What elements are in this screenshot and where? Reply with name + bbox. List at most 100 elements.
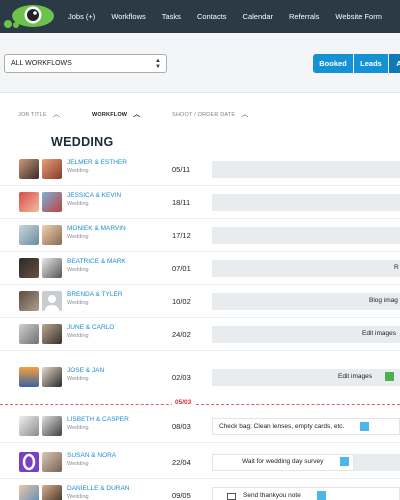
row-names: JESSICA & KEVIN Wedding <box>67 192 121 207</box>
sort-chevron-up-icon: ︿ <box>241 111 249 118</box>
table-row[interactable]: JOSE & JAN Wedding 02/03 Edit images <box>0 361 400 394</box>
ring-o-icon <box>22 453 36 471</box>
job-name-link[interactable]: JOSE & JAN <box>67 367 104 374</box>
job-name-link[interactable]: SUSAN & NORA <box>67 452 116 459</box>
column-header-job-title-label: JOB TITLE <box>18 112 47 118</box>
current-task: Blog imag <box>369 297 398 304</box>
job-date: 24/02 <box>172 330 191 339</box>
workflow-progress-bar[interactable] <box>212 161 400 178</box>
table-row[interactable]: JELMER & ESTHER Wedding 05/11 <box>0 153 400 186</box>
column-header-workflow[interactable]: WORKFLOW ︿ <box>92 109 140 119</box>
row-names: LISBETH & CASPER Wedding <box>67 416 129 431</box>
job-name-link[interactable]: JESSICA & KEVIN <box>67 192 121 199</box>
nav-referrals[interactable]: Referrals <box>289 12 319 21</box>
today-divider <box>0 404 400 405</box>
table-row[interactable]: JUNE & CARLO Wedding 24/02 Edit images <box>0 318 400 351</box>
sort-chevron-up-icon: ︿ <box>133 111 141 118</box>
avatar <box>19 324 39 344</box>
task-status-checkbox[interactable] <box>340 457 349 466</box>
job-date: 17/12 <box>172 231 191 240</box>
table-row[interactable]: SUSAN & NORA Wedding 22/04 Wait for wedd… <box>0 446 400 479</box>
workflow-filter-select[interactable]: ALL WORKFLOWS ▲ ▼ <box>4 54 167 73</box>
table-row[interactable]: LISBETH & CASPER Wedding 08/03 Check bag… <box>0 410 400 443</box>
avatar <box>19 367 39 387</box>
task-status-checkbox[interactable] <box>360 422 369 431</box>
job-date: 09/05 <box>172 491 191 500</box>
avatar <box>42 225 62 245</box>
job-type: Wedding <box>67 234 89 240</box>
table-row[interactable]: JESSICA & KEVIN Wedding 18/11 <box>0 186 400 219</box>
workflow-progress-bar[interactable]: Check bag; Clean lenses, empty cards, et… <box>212 418 400 435</box>
column-header-job-title[interactable]: JOB TITLE ︿ <box>18 109 60 119</box>
nav-workflows[interactable]: Workflows <box>111 12 145 21</box>
job-date: 07/01 <box>172 264 191 273</box>
job-name-link[interactable]: JELMER & ESTHER <box>67 159 127 166</box>
avatar-placeholder <box>42 291 62 315</box>
avatar <box>42 324 62 344</box>
nav-contacts[interactable]: Contacts <box>197 12 227 21</box>
workflow-progress-bar[interactable]: Edit images <box>212 326 400 343</box>
job-name-link[interactable]: MONIEK & MARVIN <box>67 225 126 232</box>
job-name-link[interactable]: DANIELLE & DURAN <box>67 485 130 492</box>
segment-booked[interactable]: Booked <box>313 54 353 73</box>
job-date: 02/03 <box>172 373 191 382</box>
workflow-progress-bar[interactable]: Wait for wedding day survey <box>212 454 400 471</box>
workflow-progress-bar[interactable]: Send thankyou note <box>212 487 400 500</box>
current-task: Send thankyou note <box>243 492 301 499</box>
avatar <box>42 416 62 436</box>
row-names: MONIEK & MARVIN Wedding <box>67 225 126 240</box>
job-type: Wedding <box>67 376 89 382</box>
column-header-date[interactable]: SHOOT / ORDER DATE ︿ <box>172 109 249 119</box>
workflow-progress-bar[interactable]: Blog imag <box>212 293 400 310</box>
job-name-link[interactable]: JUNE & CARLO <box>67 324 114 331</box>
row-divider <box>0 350 400 351</box>
workflow-progress-bar[interactable]: R <box>212 260 400 277</box>
task-status-checkbox[interactable] <box>317 491 326 500</box>
row-names: BEATRICE & MARK Wedding <box>67 258 126 273</box>
avatar <box>19 225 39 245</box>
column-header-workflow-label: WORKFLOW <box>92 112 128 118</box>
row-names: JUNE & CARLO Wedding <box>67 324 114 339</box>
nav-tasks[interactable]: Tasks <box>162 12 181 21</box>
avatar <box>42 192 62 212</box>
nav-website-form[interactable]: Website Form <box>335 12 382 21</box>
row-names: JOSE & JAN Wedding <box>67 367 104 382</box>
job-date: 22/04 <box>172 458 191 467</box>
segment-all[interactable]: A <box>389 54 400 73</box>
table-row[interactable]: BEATRICE & MARK Wedding 07/01 R <box>0 252 400 285</box>
avatar <box>19 485 39 500</box>
avatar <box>19 159 39 179</box>
current-task: R <box>394 264 399 271</box>
current-task: Edit images <box>338 373 372 380</box>
workflow-progress-bar[interactable] <box>212 194 400 211</box>
avatar <box>19 452 39 472</box>
current-task: Check bag; Clean lenses, empty cards, et… <box>219 423 345 430</box>
nav-calendar[interactable]: Calendar <box>243 12 273 21</box>
job-type: Wedding <box>67 461 89 467</box>
workflow-progress-bar[interactable] <box>212 227 400 244</box>
table-row[interactable]: DANIELLE & DURAN Wedding 09/05 Send than… <box>0 479 400 500</box>
progress-remaining <box>354 454 400 471</box>
app-logo[interactable] <box>0 0 62 33</box>
task-status-checkbox[interactable] <box>385 372 394 381</box>
workflow-filter-value: ALL WORKFLOWS <box>11 60 72 67</box>
workflow-progress-bar[interactable]: Edit images <box>212 369 400 386</box>
current-task: Wait for wedding day survey <box>242 458 324 465</box>
table-row[interactable]: BRENDA & TYLER Wedding 10/02 Blog imag <box>0 285 400 318</box>
table-row[interactable]: MONIEK & MARVIN Wedding 17/12 <box>0 219 400 252</box>
job-type: Wedding <box>67 267 89 273</box>
envelope-icon <box>227 493 236 500</box>
nav-jobs[interactable]: Jobs (+) <box>68 12 95 21</box>
avatar <box>42 452 62 472</box>
segment-leads[interactable]: Leads <box>354 54 388 73</box>
job-name-link[interactable]: BEATRICE & MARK <box>67 258 126 265</box>
current-task: Edit images <box>362 330 396 337</box>
avatar <box>19 416 39 436</box>
avatar <box>42 159 62 179</box>
job-type: Wedding <box>67 300 89 306</box>
sort-chevron-up-icon: ︿ <box>52 111 61 118</box>
job-type: Wedding <box>67 425 89 431</box>
job-date: 08/03 <box>172 422 191 431</box>
job-name-link[interactable]: BRENDA & TYLER <box>67 291 123 298</box>
job-name-link[interactable]: LISBETH & CASPER <box>67 416 129 423</box>
